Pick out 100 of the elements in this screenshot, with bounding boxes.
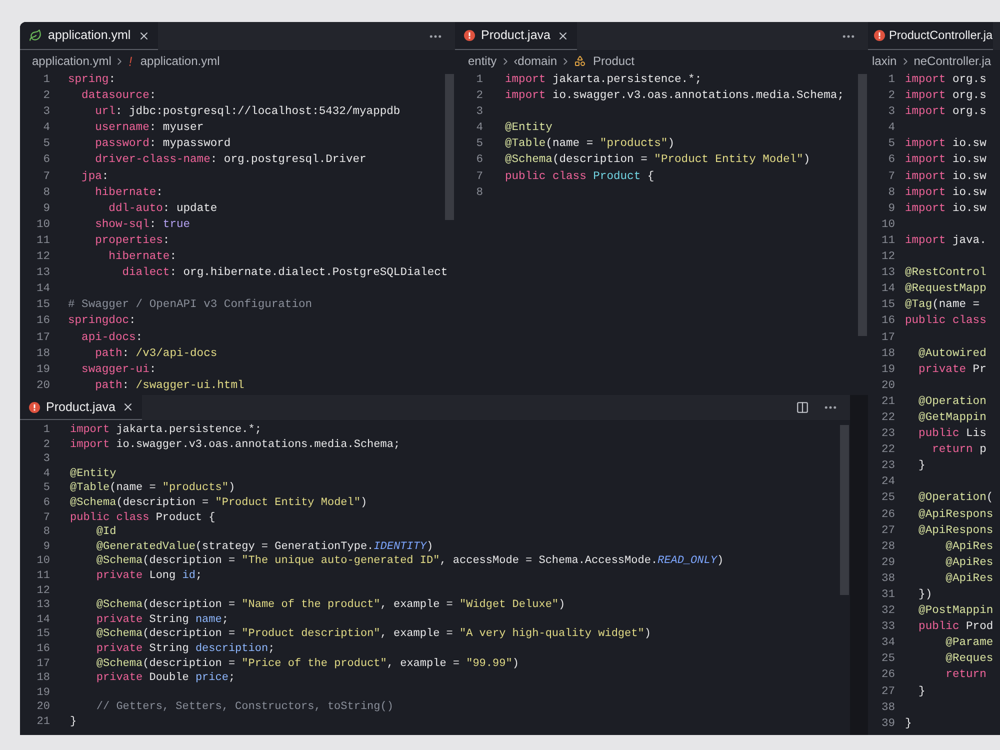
code-line: username: myuser — [94, 121, 204, 136]
code-line: @Schema(description = "Product description", example = "A very high-quality widget") — [95, 627, 651, 642]
breadcrumb-item[interactable]: ‹domain — [514, 52, 558, 70]
code-line: import org.s — [905, 72, 986, 88]
line-number: 21 — [36, 714, 50, 730]
code-line: import org.s — [905, 104, 986, 120]
code-line: @Table(name = "products") — [70, 481, 236, 496]
code-line: hibernate: — [94, 186, 163, 201]
code-line: @Schema(description = "The unique auto-generated ID", accessMode = Schema.AccessMode.READ_ONLY) — [95, 554, 724, 569]
code-line: import io.sw — [905, 202, 986, 217]
editor-tab[interactable]: ProductController.ja — [868, 22, 993, 50]
line-number: 13 — [35, 266, 50, 282]
code-line: import jakarta.persistence.*; — [505, 72, 702, 88]
code-line: @Operation — [918, 394, 986, 410]
error-icon — [29, 402, 40, 412]
breadcrumb-item[interactable]: application.yml — [32, 52, 112, 70]
code-line: public class — [905, 314, 986, 330]
code-line: @Table(name = "products") — [505, 136, 674, 152]
line-number: 16 — [880, 314, 895, 330]
code-line: @Schema(description = "Name of the product", example = "Widget Deluxe") — [95, 598, 566, 613]
scrollbar-thumb[interactable] — [858, 74, 867, 336]
line-number: 10 — [35, 218, 50, 233]
line-number: 18 — [880, 346, 895, 362]
line-number: 13 — [880, 266, 895, 282]
code-line: @GetMappin — [918, 410, 986, 426]
line-number: 20 — [880, 378, 895, 394]
line-number: 19 — [35, 362, 50, 378]
split-editor-icon[interactable] — [796, 401, 809, 414]
line-number: 23 — [880, 459, 895, 474]
line-number: 22 — [880, 443, 895, 458]
code-line: import io.swagger.v3.oas.annotations.media.Schema; — [70, 438, 400, 452]
code-line: driver-class-name: org.postgresql.Driver — [94, 152, 366, 168]
line-number: 4 — [475, 121, 483, 136]
scrollbar-thumb[interactable] — [445, 74, 454, 220]
code-line: @Parame — [944, 636, 994, 652]
code-line: import io.sw — [905, 170, 986, 185]
code-line: public class Product { — [505, 170, 654, 185]
line-number: 20 — [35, 378, 50, 394]
editor-tab[interactable]: application.yml — [20, 22, 158, 50]
line-number: 23 — [880, 427, 895, 442]
code-line: }) — [918, 588, 932, 603]
code-line: private String name; — [95, 612, 228, 628]
code-line: # Swagger / OpenAPI v3 Configuration — [68, 298, 312, 314]
code-line: } — [918, 458, 926, 474]
code-line: swagger-ui: — [80, 362, 156, 378]
line-number: 17 — [35, 330, 50, 346]
code-line: import jakarta.persistence.*; — [70, 423, 262, 438]
scrollbar-thumb[interactable] — [840, 425, 849, 595]
line-number: 6 — [887, 153, 895, 168]
breadcrumb-item[interactable]: application.yml — [140, 52, 220, 70]
line-number: 8 — [42, 525, 50, 540]
editor-tab[interactable]: Product.java — [20, 395, 142, 420]
line-number: 7 — [42, 510, 50, 526]
code-line: @Operation( — [918, 490, 994, 506]
code-line: @Autowired — [918, 346, 986, 362]
code-line: import java. — [905, 234, 986, 249]
line-number: 1 — [42, 73, 50, 88]
editor-tab[interactable]: Product.java — [455, 22, 578, 50]
line-number: 20 — [36, 700, 50, 715]
line-number: 38 — [880, 700, 895, 716]
code-line: private Long id; — [95, 568, 202, 584]
line-number: 12 — [35, 250, 50, 266]
line-number: 8 — [475, 186, 483, 201]
close-icon[interactable] — [138, 30, 150, 42]
code-line: dialect: org.hibernate.dialect.PostgreSQLDialect — [121, 266, 448, 282]
line-number: 6 — [42, 153, 50, 168]
code-line: properties: — [94, 234, 170, 249]
code-line: @Schema(description = "Product Entity Model") — [70, 496, 368, 511]
code-line: return — [944, 668, 986, 684]
line-number: 32 — [880, 604, 895, 620]
code-line: api-docs: — [80, 330, 143, 346]
code-line: private Pr — [918, 362, 986, 378]
line-number: 26 — [880, 668, 895, 684]
line-number: 3 — [475, 105, 483, 120]
code-line: @ApiRes — [944, 556, 994, 571]
code-line: spring: — [68, 72, 116, 88]
close-icon[interactable] — [122, 401, 134, 413]
line-number: 16 — [35, 314, 50, 330]
code-line: import org.s — [905, 88, 986, 104]
breadcrumb-item[interactable]: entity — [468, 52, 497, 70]
line-number: 17 — [36, 656, 50, 672]
line-number: 14 — [35, 282, 50, 298]
code-line: jpa: — [80, 170, 109, 185]
code-line: show-sql: true — [94, 218, 190, 233]
close-icon[interactable] — [557, 30, 570, 42]
breadcrumb-item[interactable]: Product — [593, 52, 634, 70]
line-number: 4 — [42, 466, 50, 482]
code-line: springdoc: — [68, 314, 136, 330]
line-number: 28 — [880, 540, 895, 555]
line-number: 7 — [475, 170, 483, 185]
code-line: @Id — [95, 525, 116, 540]
line-number: 7 — [42, 170, 50, 185]
code-line: @RequestMapp — [905, 282, 986, 298]
line-number: 22 — [880, 410, 895, 426]
code-line: @Schema(description = "Product Entity Model") — [505, 152, 810, 168]
breadcrumb-item[interactable]: laxin — [872, 52, 897, 70]
breadcrumb-item[interactable]: neController.ja — [914, 52, 992, 70]
code-line: @ApiRes — [944, 572, 994, 587]
line-number: 21 — [880, 394, 895, 410]
code-line: path: /v3/api-docs — [94, 346, 218, 362]
